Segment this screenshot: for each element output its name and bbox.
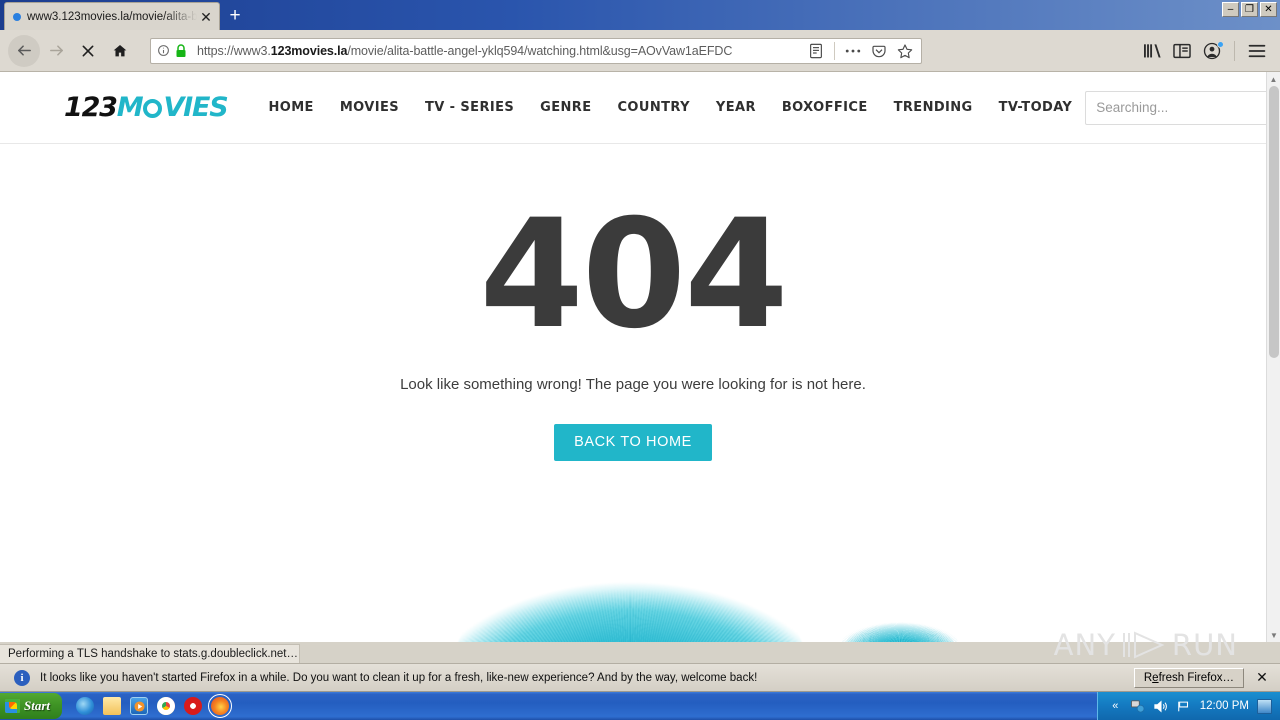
refresh-button-prefix: R xyxy=(1143,671,1153,684)
page-viewport: 123 M VIES HOME MOVIES TV - SERIES GENRE C… xyxy=(0,72,1280,642)
flag-icon[interactable] xyxy=(1177,699,1192,714)
site-logo[interactable]: 123 M VIES xyxy=(64,92,229,123)
tab-favicon xyxy=(13,12,21,21)
scrollbar-thumb[interactable] xyxy=(1269,86,1279,358)
url-bar[interactable]: https://www3.123movies.la/movie/alita-ba… xyxy=(150,37,922,64)
internet-explorer-icon[interactable] xyxy=(76,697,95,715)
sidebar-icon[interactable] xyxy=(1167,37,1197,65)
site-header: 123 M VIES HOME MOVIES TV - SERIES GENRE C… xyxy=(0,72,1280,144)
page-content: 123 M VIES HOME MOVIES TV - SERIES GENRE C… xyxy=(0,72,1280,642)
error-code: 404 xyxy=(479,188,788,362)
media-player-icon[interactable] xyxy=(130,697,149,715)
refresh-button-suffix: fresh Firefox… xyxy=(1158,671,1234,684)
lock-icon xyxy=(176,43,186,57)
url-domain: 123movies.la xyxy=(270,43,348,58)
notification-text: It looks like you haven't started Firefo… xyxy=(40,671,758,684)
refresh-firefox-button[interactable]: Refresh Firefox… xyxy=(1133,667,1244,688)
notification-close-icon[interactable]: ✕ xyxy=(1250,669,1274,686)
url-protocol: https://www3. xyxy=(197,43,271,58)
page-actions-icon[interactable] xyxy=(841,40,865,62)
maximize-button[interactable]: ❐ xyxy=(1241,2,1258,17)
logo-text-vies: VIES xyxy=(163,92,228,123)
start-button-label: Start xyxy=(24,698,51,713)
system-tray: « 12:00 PM xyxy=(1096,692,1280,720)
tray-expand-icon[interactable]: « xyxy=(1108,699,1123,714)
scroll-down-arrow-icon[interactable]: ▼ xyxy=(1267,628,1280,642)
quick-launch-bar xyxy=(76,694,233,718)
windows-taskbar: Start « 12:00 PM xyxy=(0,692,1280,720)
show-desktop-icon[interactable] xyxy=(1257,698,1272,714)
toolbar-right-group xyxy=(1137,37,1272,65)
hamburger-menu-icon[interactable] xyxy=(1242,37,1272,65)
error-message: Look like something wrong! The page you … xyxy=(400,376,866,393)
forward-icon xyxy=(40,35,72,67)
firefox-icon[interactable] xyxy=(208,694,233,718)
network-glyph xyxy=(1131,699,1145,713)
network-icon[interactable] xyxy=(1131,699,1146,714)
status-tooltip: Performing a TLS handshake to stats.g.do… xyxy=(0,644,300,663)
nav-item-trending[interactable]: TRENDING xyxy=(881,100,986,115)
nav-item-genre[interactable]: GENRE xyxy=(527,100,604,115)
toolbar-divider-2 xyxy=(1234,40,1235,61)
toolbar-divider xyxy=(834,41,835,60)
opera-icon[interactable] xyxy=(184,697,203,715)
info-icon xyxy=(158,45,169,56)
error-section: 404 Look like something wrong! The page … xyxy=(0,144,1266,461)
nav-item-tv-today[interactable]: TV-TODAY xyxy=(986,100,1086,115)
account-notification-dot xyxy=(1217,40,1224,48)
minimize-button[interactable]: – xyxy=(1222,2,1239,17)
back-to-home-button[interactable]: BACK TO HOME xyxy=(554,424,712,461)
url-text[interactable]: https://www3.123movies.la/movie/alita-ba… xyxy=(197,44,804,58)
url-bar-icons xyxy=(804,40,917,62)
nav-item-home[interactable]: HOME xyxy=(255,100,326,115)
browser-tab[interactable]: www3.123movies.la/movie/alita-b ✕ xyxy=(4,2,220,30)
browser-toolbar: https://www3.123movies.la/movie/alita-ba… xyxy=(0,30,1280,72)
volume-glyph xyxy=(1154,700,1168,712)
info-circle-icon: i xyxy=(14,669,30,686)
stop-icon[interactable] xyxy=(72,35,104,67)
site-main-nav: HOME MOVIES TV - SERIES GENRE COUNTRY YE… xyxy=(255,100,1085,115)
furry-creature-large xyxy=(455,558,805,642)
media-play-glyph xyxy=(133,700,145,712)
new-tab-button[interactable]: + xyxy=(220,2,250,30)
site-search-box[interactable] xyxy=(1085,90,1280,125)
account-icon[interactable] xyxy=(1197,37,1227,65)
logo-text-m: M xyxy=(116,92,144,123)
bookmark-star-icon[interactable] xyxy=(893,40,917,62)
nav-item-boxoffice[interactable]: BOXOFFICE xyxy=(769,100,881,115)
tab-close-icon[interactable]: ✕ xyxy=(197,8,215,26)
url-path: /movie/alita-battle-angel-yklq594/watchi… xyxy=(347,43,733,58)
nav-item-movies[interactable]: MOVIES xyxy=(327,100,412,115)
scroll-up-arrow-icon[interactable]: ▲ xyxy=(1267,72,1280,86)
desktop: www3.123movies.la/movie/alita-b ✕ + – ❐ … xyxy=(0,0,1280,720)
search-input[interactable] xyxy=(1096,100,1274,115)
pocket-icon[interactable] xyxy=(867,40,891,62)
page-scrollbar[interactable]: ▲ ▼ xyxy=(1266,72,1280,642)
nav-item-country[interactable]: COUNTRY xyxy=(604,100,702,115)
nav-item-tv-series[interactable]: TV - SERIES xyxy=(412,100,527,115)
window-controls: – ❐ ✕ xyxy=(1222,2,1277,17)
tab-title: www3.123movies.la/movie/alita-b xyxy=(27,10,197,23)
windows-flag-icon xyxy=(5,699,20,713)
home-icon[interactable] xyxy=(104,35,136,67)
reader-view-icon[interactable] xyxy=(804,40,828,62)
volume-icon[interactable] xyxy=(1154,699,1169,714)
file-explorer-icon[interactable] xyxy=(103,697,122,715)
furry-creature-small xyxy=(845,616,955,642)
library-icon[interactable] xyxy=(1137,37,1167,65)
start-button[interactable]: Start xyxy=(0,693,63,719)
nav-item-year[interactable]: YEAR xyxy=(703,100,769,115)
flag-glyph xyxy=(1178,701,1189,711)
logo-ring-icon xyxy=(143,99,163,118)
clock[interactable]: 12:00 PM xyxy=(1200,700,1249,712)
back-icon[interactable] xyxy=(8,34,40,67)
firefox-notification-bar: i It looks like you haven't started Fire… xyxy=(0,663,1280,692)
chrome-icon[interactable] xyxy=(157,697,176,715)
close-button[interactable]: ✕ xyxy=(1260,2,1277,17)
browser-titlebar: www3.123movies.la/movie/alita-b ✕ + – ❐ … xyxy=(0,0,1280,30)
url-identity[interactable] xyxy=(157,43,187,58)
logo-text-123: 123 xyxy=(64,92,118,123)
